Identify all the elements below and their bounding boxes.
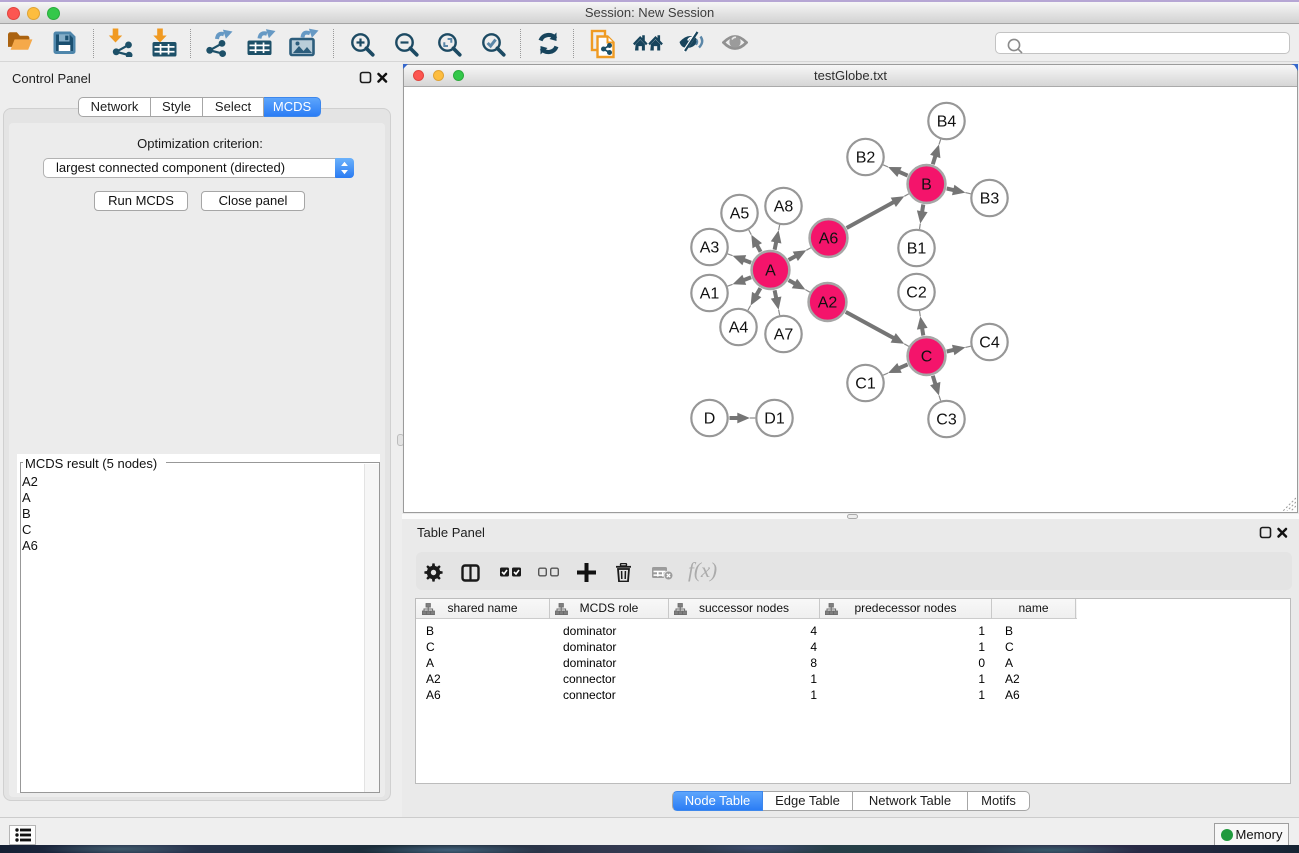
svg-text:D1: D1 <box>764 411 785 428</box>
svg-text:A8: A8 <box>774 199 794 216</box>
svg-text:D: D <box>704 411 716 428</box>
svg-text:B: B <box>921 177 932 194</box>
svg-text:B3: B3 <box>980 191 1000 208</box>
svg-text:B1: B1 <box>907 241 927 258</box>
svg-text:A4: A4 <box>729 320 749 337</box>
svg-text:A1: A1 <box>700 286 720 303</box>
svg-text:C2: C2 <box>906 285 927 302</box>
svg-text:B4: B4 <box>937 114 957 131</box>
svg-text:A: A <box>765 263 776 280</box>
svg-text:C4: C4 <box>979 335 1000 352</box>
svg-text:A3: A3 <box>700 240 720 257</box>
svg-text:B2: B2 <box>856 150 876 167</box>
svg-text:A2: A2 <box>818 295 838 312</box>
svg-text:A6: A6 <box>819 231 839 248</box>
svg-text:C3: C3 <box>936 412 957 429</box>
svg-text:C: C <box>921 349 933 366</box>
svg-text:A7: A7 <box>774 327 794 344</box>
svg-text:A5: A5 <box>730 206 750 223</box>
svg-text:C1: C1 <box>855 376 876 393</box>
